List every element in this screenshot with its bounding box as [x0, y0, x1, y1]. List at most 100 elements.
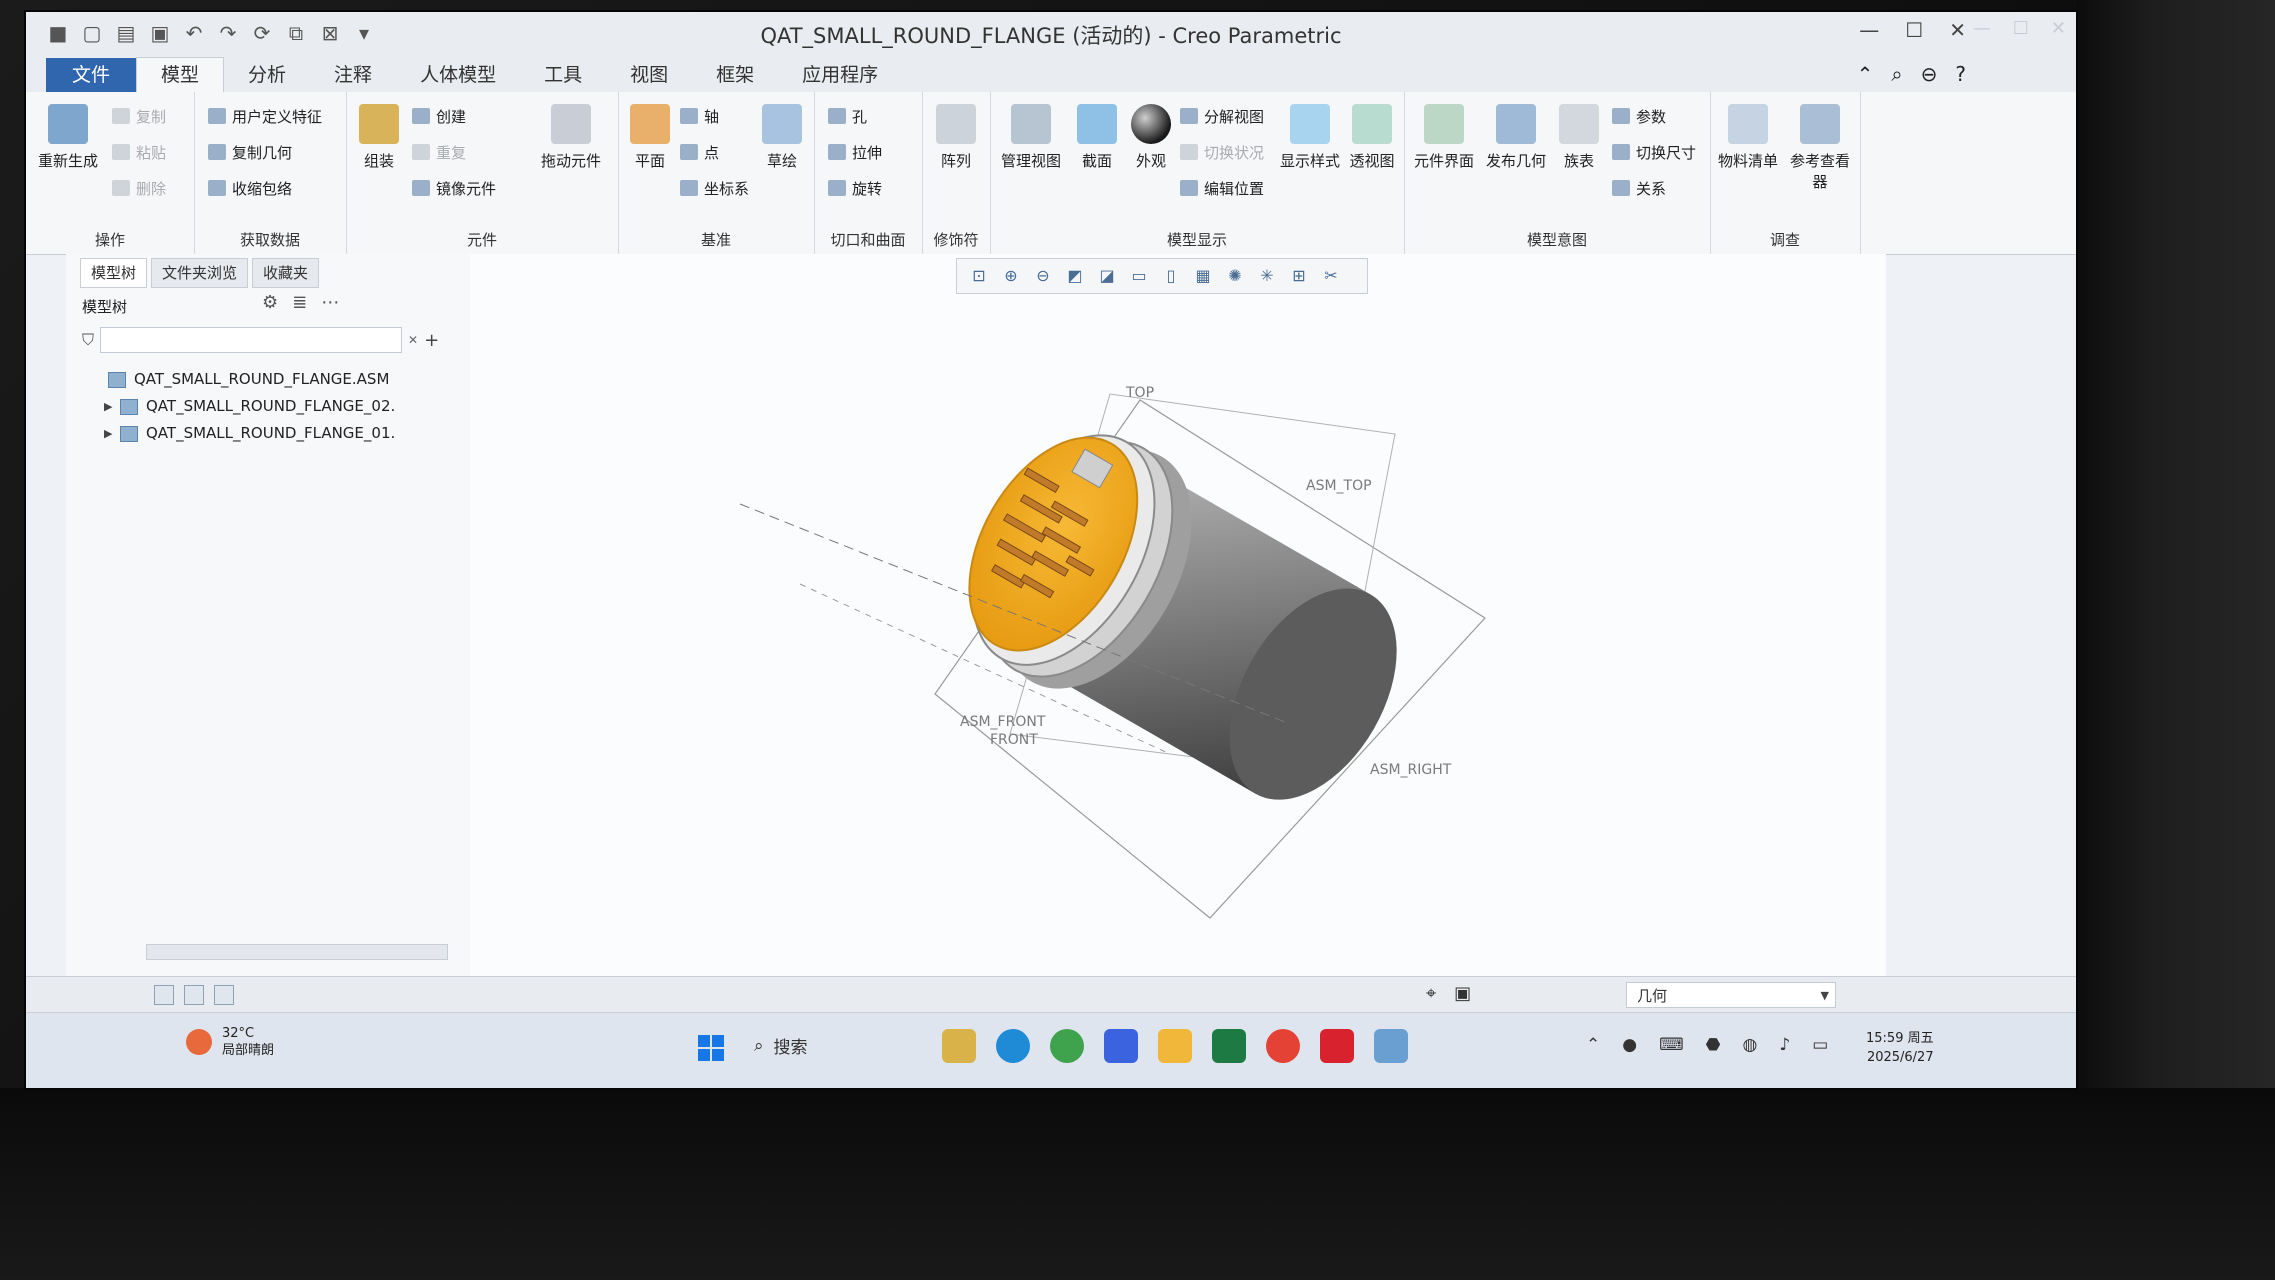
- search-icon[interactable]: ⌕: [1891, 62, 1902, 86]
- section-button[interactable]: 截面: [1072, 104, 1122, 171]
- tree-node-part[interactable]: ▶ QAT_SMALL_ROUND_FLANGE_01.: [92, 420, 395, 447]
- tree-node-assembly[interactable]: QAT_SMALL_ROUND_FLANGE.ASM: [92, 366, 395, 393]
- add-filter-icon[interactable]: +: [424, 330, 439, 351]
- tab-model[interactable]: 模型: [136, 57, 225, 92]
- saved-orientations-icon[interactable]: ▭: [1127, 264, 1151, 288]
- tab-folder-browser[interactable]: 文件夹浏览: [151, 258, 249, 288]
- point-button[interactable]: 点: [680, 142, 719, 163]
- paste-button[interactable]: 粘贴: [112, 142, 166, 163]
- hole-button[interactable]: 孔: [828, 106, 867, 127]
- copy-geometry-button[interactable]: 复制几何: [208, 142, 292, 163]
- revolve-button[interactable]: 旋转: [828, 178, 882, 199]
- tree-options-icon[interactable]: ⋯: [321, 292, 353, 313]
- exploded-view-button[interactable]: 分解视图: [1180, 106, 1264, 127]
- close-icon[interactable]: ✕: [1949, 18, 1966, 42]
- selection-filter-dropdown[interactable]: 几何 ▼: [1626, 982, 1836, 1008]
- regenerate-icon[interactable]: ⟳: [250, 21, 274, 45]
- network-icon[interactable]: ◍: [1742, 1035, 1757, 1055]
- excel-icon[interactable]: [1212, 1029, 1246, 1063]
- family-table-button[interactable]: 族表: [1554, 104, 1604, 171]
- antivirus-icon[interactable]: ⬣: [1706, 1035, 1721, 1055]
- expand-arrow-icon[interactable]: ▶: [104, 420, 120, 447]
- graphics-window[interactable]: TOP ASM_TOP ASM_FRONT FRONT ASM_RIGHT: [470, 254, 1886, 976]
- minimize-icon[interactable]: —: [1859, 18, 1879, 42]
- axis-button[interactable]: 轴: [680, 106, 719, 127]
- command-search-icon[interactable]: ⊖: [1921, 62, 1938, 86]
- zoom-in-icon[interactable]: ⊕: [999, 264, 1023, 288]
- drag-component-button[interactable]: 拖动元件: [536, 104, 606, 171]
- new-file-icon[interactable]: ▢: [80, 21, 104, 45]
- datum-display-icon[interactable]: ✳: [1255, 264, 1279, 288]
- group-label-modifiers[interactable]: 修饰符: [922, 229, 990, 250]
- undo-icon[interactable]: ↶: [182, 21, 206, 45]
- tray-expand-icon[interactable]: ⌃: [1586, 1035, 1600, 1055]
- volume-icon[interactable]: ♪: [1779, 1035, 1790, 1055]
- tab-model-tree[interactable]: 模型树: [80, 258, 148, 288]
- assemble-button[interactable]: 组装: [354, 104, 404, 171]
- tab-manikin[interactable]: 人体模型: [396, 58, 520, 92]
- csys-button[interactable]: 坐标系: [680, 178, 749, 199]
- group-label-cut-surface[interactable]: 切口和曲面: [814, 229, 922, 250]
- group-label-operations[interactable]: 操作: [26, 229, 194, 250]
- parameters-button[interactable]: 参数: [1612, 106, 1666, 127]
- ie-icon[interactable]: [1050, 1029, 1084, 1063]
- taskbar-search[interactable]: ⌕ 搜索: [754, 1033, 808, 1059]
- ai-app-icon[interactable]: [1104, 1029, 1138, 1063]
- tab-analysis[interactable]: 分析: [224, 58, 310, 92]
- udf-button[interactable]: 用户定义特征: [208, 106, 322, 127]
- find-icon[interactable]: ⌖: [1426, 983, 1436, 1004]
- zoom-out-icon[interactable]: ⊖: [1031, 264, 1055, 288]
- help-icon[interactable]: ?: [1955, 62, 1966, 86]
- edge-icon[interactable]: [996, 1029, 1030, 1063]
- tree-settings-icon[interactable]: ⚙: [262, 292, 292, 313]
- group-label-model-intent[interactable]: 模型意图: [1404, 229, 1710, 250]
- create-button[interactable]: 创建: [412, 106, 466, 127]
- group-label-investigate[interactable]: 调查: [1710, 229, 1860, 250]
- fullscreen-icon[interactable]: [214, 985, 234, 1005]
- group-label-get-data[interactable]: 获取数据: [194, 229, 346, 250]
- appearance-button[interactable]: 外观: [1126, 104, 1176, 171]
- clear-icon[interactable]: ✕: [408, 333, 418, 347]
- perspective-icon[interactable]: ▦: [1191, 264, 1215, 288]
- copy-button[interactable]: 复制: [112, 106, 166, 127]
- group-label-model-display[interactable]: 模型显示: [990, 229, 1404, 250]
- input-method-icon[interactable]: ⌨: [1659, 1035, 1684, 1055]
- sketch-button[interactable]: 草绘: [758, 104, 806, 171]
- regenerate-button[interactable]: 重新生成: [38, 104, 98, 171]
- collapse-ribbon-icon[interactable]: ⌃: [1857, 62, 1874, 86]
- tree-node-part[interactable]: ▶ QAT_SMALL_ROUND_FLANGE_02.: [92, 393, 395, 420]
- view-manager-icon[interactable]: ▯: [1159, 264, 1183, 288]
- delete-button[interactable]: 删除: [112, 178, 166, 199]
- tab-view[interactable]: 视图: [606, 58, 692, 92]
- start-icon[interactable]: [698, 1035, 724, 1061]
- redo-icon[interactable]: ↷: [216, 21, 240, 45]
- extrude-button[interactable]: 拉伸: [828, 142, 882, 163]
- youdao-icon[interactable]: [1320, 1029, 1354, 1063]
- switch-dimensions-button[interactable]: 切换尺寸: [1612, 142, 1696, 163]
- component-interface-button[interactable]: 元件界面: [1410, 104, 1478, 171]
- mirror-component-button[interactable]: 镜像元件: [412, 178, 496, 199]
- tab-applications[interactable]: 应用程序: [778, 58, 902, 92]
- manage-views-button[interactable]: 管理视图: [996, 104, 1066, 171]
- tab-tools[interactable]: 工具: [520, 58, 606, 92]
- pattern-button[interactable]: 阵列: [928, 104, 984, 171]
- save-icon[interactable]: ▣: [148, 21, 172, 45]
- widget-app-icon[interactable]: [942, 1029, 976, 1063]
- repaint-icon[interactable]: ◩: [1063, 264, 1087, 288]
- creo-app-icon[interactable]: [1374, 1029, 1408, 1063]
- group-label-datum[interactable]: 基准: [618, 229, 814, 250]
- qat-customize-icon[interactable]: ▾: [352, 21, 376, 45]
- tray-app-icon[interactable]: ●: [1622, 1035, 1637, 1055]
- navigator-toggle-icon[interactable]: [154, 985, 174, 1005]
- tab-framework[interactable]: 框架: [692, 58, 778, 92]
- chrome-icon[interactable]: [1266, 1029, 1300, 1063]
- pause-regeneration-icon[interactable]: ✂: [1319, 264, 1343, 288]
- annotation-display-icon[interactable]: ⊞: [1287, 264, 1311, 288]
- tab-annotate[interactable]: 注释: [310, 58, 396, 92]
- browser-toggle-icon[interactable]: [184, 985, 204, 1005]
- maximize-icon[interactable]: ☐: [1905, 18, 1923, 42]
- expand-arrow-icon[interactable]: ▶: [104, 393, 120, 420]
- relations-button[interactable]: 关系: [1612, 178, 1666, 199]
- reference-viewer-button[interactable]: 参考查看器: [1784, 104, 1856, 192]
- refit-icon[interactable]: ⊡: [967, 264, 991, 288]
